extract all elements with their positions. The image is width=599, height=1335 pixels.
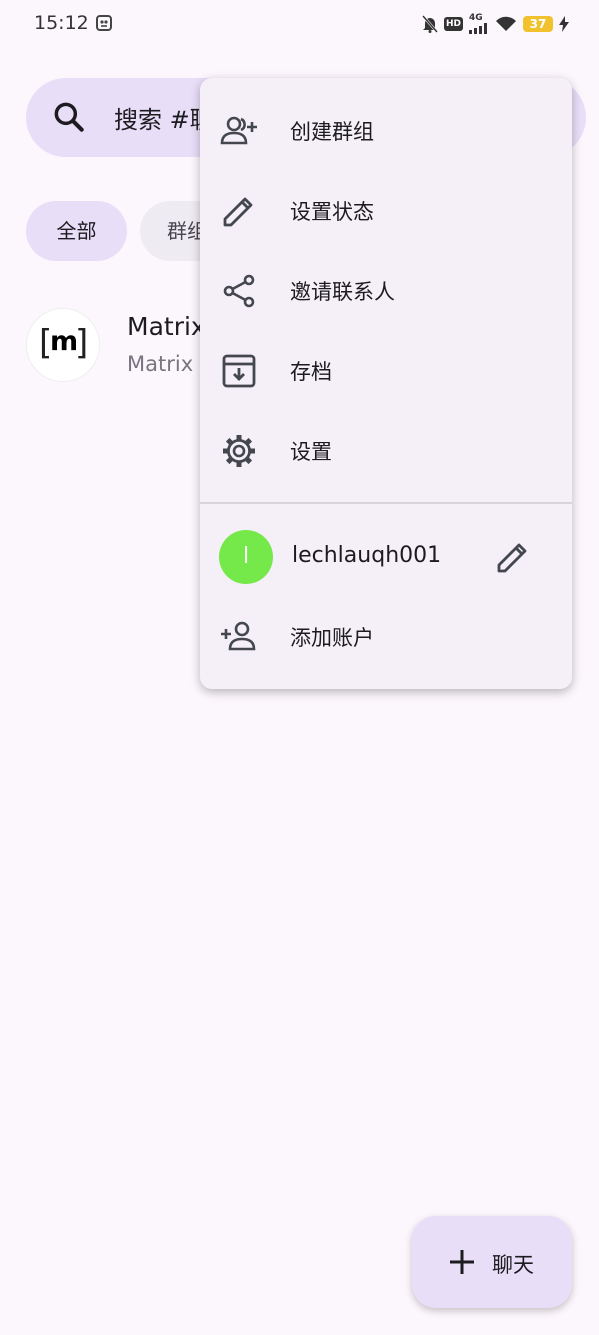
menu-item-settings[interactable]: 设置 (200, 411, 572, 491)
plus-icon (450, 1250, 474, 1274)
wifi-icon (496, 16, 516, 31)
account-name: lechlauqh001 (292, 543, 442, 568)
menu-item-archive[interactable]: 存档 (200, 331, 572, 411)
menu-item-label: 添加账户 (290, 626, 374, 650)
menu-item-label: 存档 (290, 360, 332, 384)
status-indicators: HD 4G 37 (422, 13, 569, 35)
chat-name: Matrix (127, 312, 206, 341)
account-avatar: l (219, 530, 273, 584)
menu-item-invite-contacts[interactable]: 邀请联系人 (200, 251, 572, 331)
menu-item-create-group[interactable]: 创建群组 (200, 91, 572, 171)
edit-account-icon[interactable] (493, 537, 533, 577)
archive-icon (222, 354, 256, 388)
create-group-icon (220, 116, 257, 145)
gear-icon (223, 435, 255, 467)
menu-item-set-status[interactable]: 设置状态 (200, 171, 572, 251)
avatar-letter: m (50, 326, 79, 357)
new-chat-label: 聊天 (492, 1253, 534, 1277)
overflow-menu: 创建群组 设置状态 邀请联系人 存档 设置 l lechlauqh001 添加账… (200, 78, 572, 689)
new-chat-button[interactable]: 聊天 (412, 1216, 572, 1308)
add-account-icon (221, 621, 256, 651)
charging-icon (559, 16, 569, 32)
menu-item-label: 创建群组 (290, 120, 374, 144)
network-label: 4G (469, 13, 483, 23)
share-icon (223, 274, 255, 308)
signal-bars (469, 23, 487, 34)
chat-subtitle: Matrix (127, 352, 194, 376)
app-notification-icon (96, 15, 112, 31)
search-icon[interactable] (50, 98, 88, 136)
menu-item-label: 设置状态 (290, 200, 374, 224)
signal-icon: 4G (469, 14, 489, 34)
mute-bell-icon (422, 15, 438, 33)
menu-item-add-account[interactable]: 添加账户 (200, 597, 572, 677)
pencil-icon (223, 197, 253, 227)
hd-badge: HD (443, 17, 463, 31)
filter-chip-all[interactable]: 全部 (26, 201, 127, 261)
menu-divider (200, 502, 572, 504)
status-bar: 15:12 HD 4G 37 (0, 0, 599, 48)
avatar-bracket-right: ] (75, 323, 89, 363)
status-time: 15:12 (34, 12, 89, 34)
chat-avatar: [ m ] (26, 308, 100, 382)
menu-item-label: 设置 (290, 440, 332, 464)
menu-item-label: 邀请联系人 (290, 280, 395, 304)
battery-indicator: 37 (523, 16, 553, 32)
